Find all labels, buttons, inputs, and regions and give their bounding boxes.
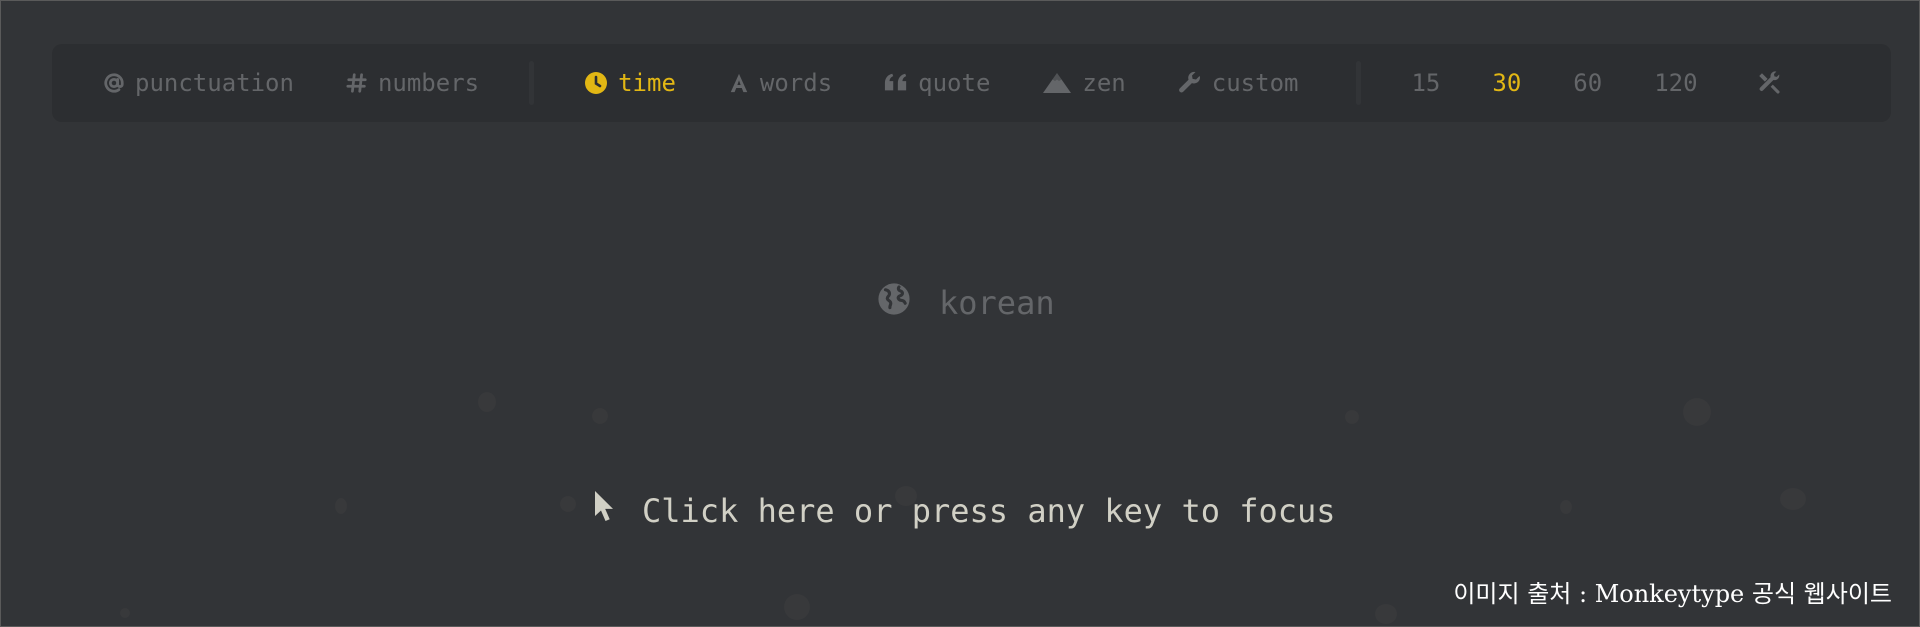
font-icon [728,72,750,94]
clock-icon [584,71,608,95]
background-speck [1683,398,1711,426]
mode-zen[interactable]: zen [1042,69,1126,97]
image-source-caption: 이미지 출처 : Monkeytype 공식 웹사이트 [1453,580,1892,608]
globe-icon [877,282,911,324]
background-speck [1780,488,1806,510]
bar-divider [1356,61,1362,105]
bar-divider [529,61,535,105]
duration-120[interactable]: 120 [1654,69,1697,97]
background-speck [560,496,576,512]
tools-icon [1756,70,1782,96]
background-speck [784,594,810,620]
background-speck [1560,500,1572,514]
wrench-icon [1178,71,1202,95]
punctuation-label: punctuation [135,69,294,97]
focus-prompt-label: Click here or press any key to focus [642,492,1336,530]
duration-15[interactable]: 15 [1411,69,1440,97]
at-icon [103,72,125,94]
numbers-label: numbers [377,69,480,97]
mode-quote-label: quote [918,69,991,97]
mode-custom[interactable]: custom [1178,69,1299,97]
background-speck [335,498,347,514]
custom-duration-button[interactable] [1756,70,1782,96]
background-speck [592,408,608,424]
mouse-pointer-icon [594,490,616,532]
quote-icon [884,72,908,94]
mode-words-label: words [759,69,833,97]
numbers-toggle[interactable]: numbers [346,69,479,97]
mode-time[interactable]: time [584,69,676,97]
background-speck [1345,410,1359,424]
modifier-group: punctuation numbers [52,44,479,122]
language-selector[interactable]: korean [877,282,1055,324]
language-label: korean [939,284,1055,322]
mode-quote[interactable]: quote [884,69,990,97]
duration-30[interactable]: 30 [1492,69,1521,97]
punctuation-toggle[interactable]: punctuation [103,69,294,97]
hash-icon [346,72,368,94]
mode-custom-label: custom [1211,69,1299,97]
duration-60[interactable]: 60 [1573,69,1602,97]
mode-time-label: time [618,69,676,97]
duration-group: 15 30 60 120 [1411,44,1781,122]
background-speck [120,608,130,618]
background-speck [1375,604,1397,624]
mode-zen-label: zen [1082,69,1126,97]
mode-words[interactable]: words [728,69,832,97]
focus-prompt[interactable]: Click here or press any key to focus [594,490,1336,532]
mode-group: time words quote zen custom [584,44,1298,122]
test-config-bar: punctuation numbers time words quote zen… [52,44,1891,122]
mountain-icon [1042,72,1072,94]
background-speck [478,392,496,412]
